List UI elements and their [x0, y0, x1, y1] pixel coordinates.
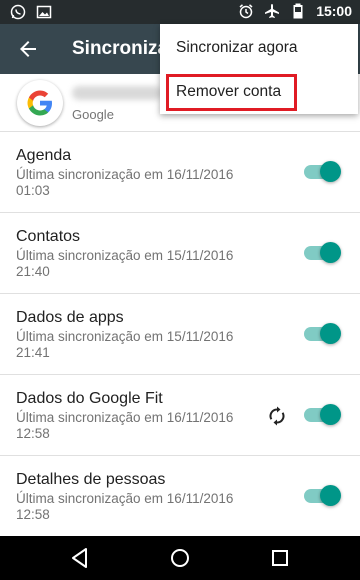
sync-item-dados-de-apps[interactable]: Dados de apps Última sincronização em 15…	[0, 294, 360, 375]
sync-item-status: Última sincronização em 16/11/2016 01:03	[16, 167, 234, 198]
sync-toggle[interactable]	[304, 242, 341, 263]
airplane-icon	[264, 3, 280, 19]
alarm-icon	[238, 3, 254, 19]
sync-item-status: Última sincronização em 16/11/2016 12:58	[16, 410, 234, 441]
sync-item-name: Contatos	[16, 228, 81, 245]
battery-icon	[290, 3, 306, 19]
back-arrow-icon[interactable]	[16, 37, 40, 61]
recents-nav-icon[interactable]	[268, 546, 292, 570]
back-nav-icon[interactable]	[68, 546, 92, 570]
sync-item-status: Última sincronização em 15/11/2016 21:41	[16, 329, 234, 360]
toggle-thumb	[320, 242, 341, 263]
status-time: 15:00	[316, 3, 352, 19]
sync-toggle[interactable]	[304, 404, 341, 425]
sync-item-google-fit[interactable]: Dados do Google Fit Última sincronização…	[0, 375, 360, 456]
toggle-thumb	[320, 161, 341, 182]
status-bar: 15:00	[0, 0, 360, 24]
menu-item-sync-now[interactable]: Sincronizar agora	[160, 26, 358, 70]
sync-item-status: Última sincronização em 16/11/2016 12:58	[16, 491, 234, 522]
toggle-thumb	[320, 323, 341, 344]
sync-item-name: Dados do Google Fit	[16, 390, 163, 407]
sync-item-contatos[interactable]: Contatos Última sincronização em 15/11/2…	[0, 213, 360, 294]
sync-item-agenda[interactable]: Agenda Última sincronização em 16/11/201…	[0, 132, 360, 213]
sync-toggle[interactable]	[304, 323, 341, 344]
google-logo-icon	[17, 80, 63, 126]
sync-item-name: Dados de apps	[16, 309, 124, 326]
home-nav-icon[interactable]	[168, 546, 192, 570]
highlight-box	[166, 74, 297, 111]
sync-toggle[interactable]	[304, 161, 341, 182]
account-provider: Google	[72, 107, 114, 122]
account-email-blurred	[72, 86, 162, 100]
toggle-thumb	[320, 485, 341, 506]
navigation-bar	[0, 536, 360, 580]
sync-item-status: Última sincronização em 15/11/2016 21:40	[16, 248, 234, 279]
image-icon	[36, 4, 52, 20]
sync-item-detalhes-de-pessoas[interactable]: Detalhes de pessoas Última sincronização…	[0, 456, 360, 536]
whatsapp-icon	[10, 4, 26, 20]
syncing-icon	[266, 405, 288, 427]
sync-toggle[interactable]	[304, 485, 341, 506]
sync-item-name: Agenda	[16, 147, 72, 164]
sync-item-name: Detalhes de pessoas	[16, 471, 166, 488]
toggle-thumb	[320, 404, 341, 425]
